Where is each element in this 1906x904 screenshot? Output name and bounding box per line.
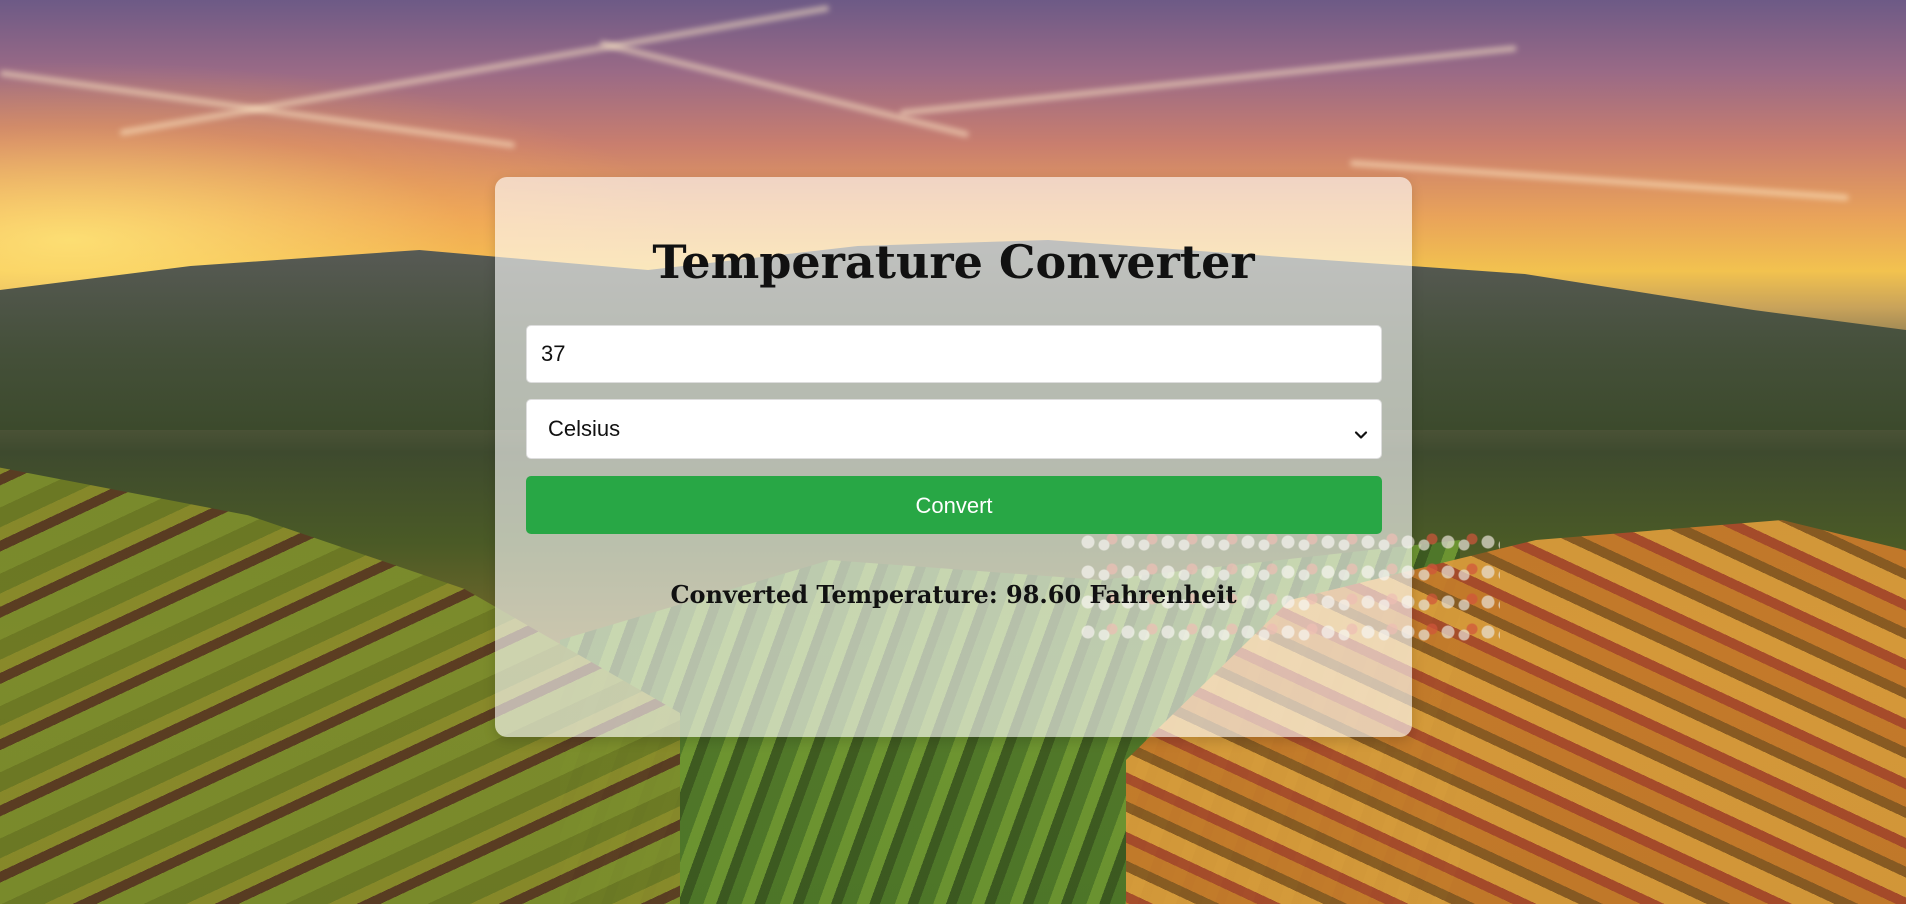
converter-card: Temperature Converter Celsius Convert Co… — [495, 177, 1412, 737]
chevron-down-icon — [1354, 422, 1368, 439]
convert-button[interactable]: Convert — [526, 476, 1382, 534]
unit-select-value: Celsius — [548, 416, 621, 441]
page-title: Temperature Converter — [652, 235, 1255, 289]
unit-select[interactable]: Celsius — [526, 399, 1382, 459]
temperature-input[interactable] — [526, 325, 1382, 383]
converted-result-text: Converted Temperature: 98.60 Fahrenheit — [670, 580, 1237, 609]
